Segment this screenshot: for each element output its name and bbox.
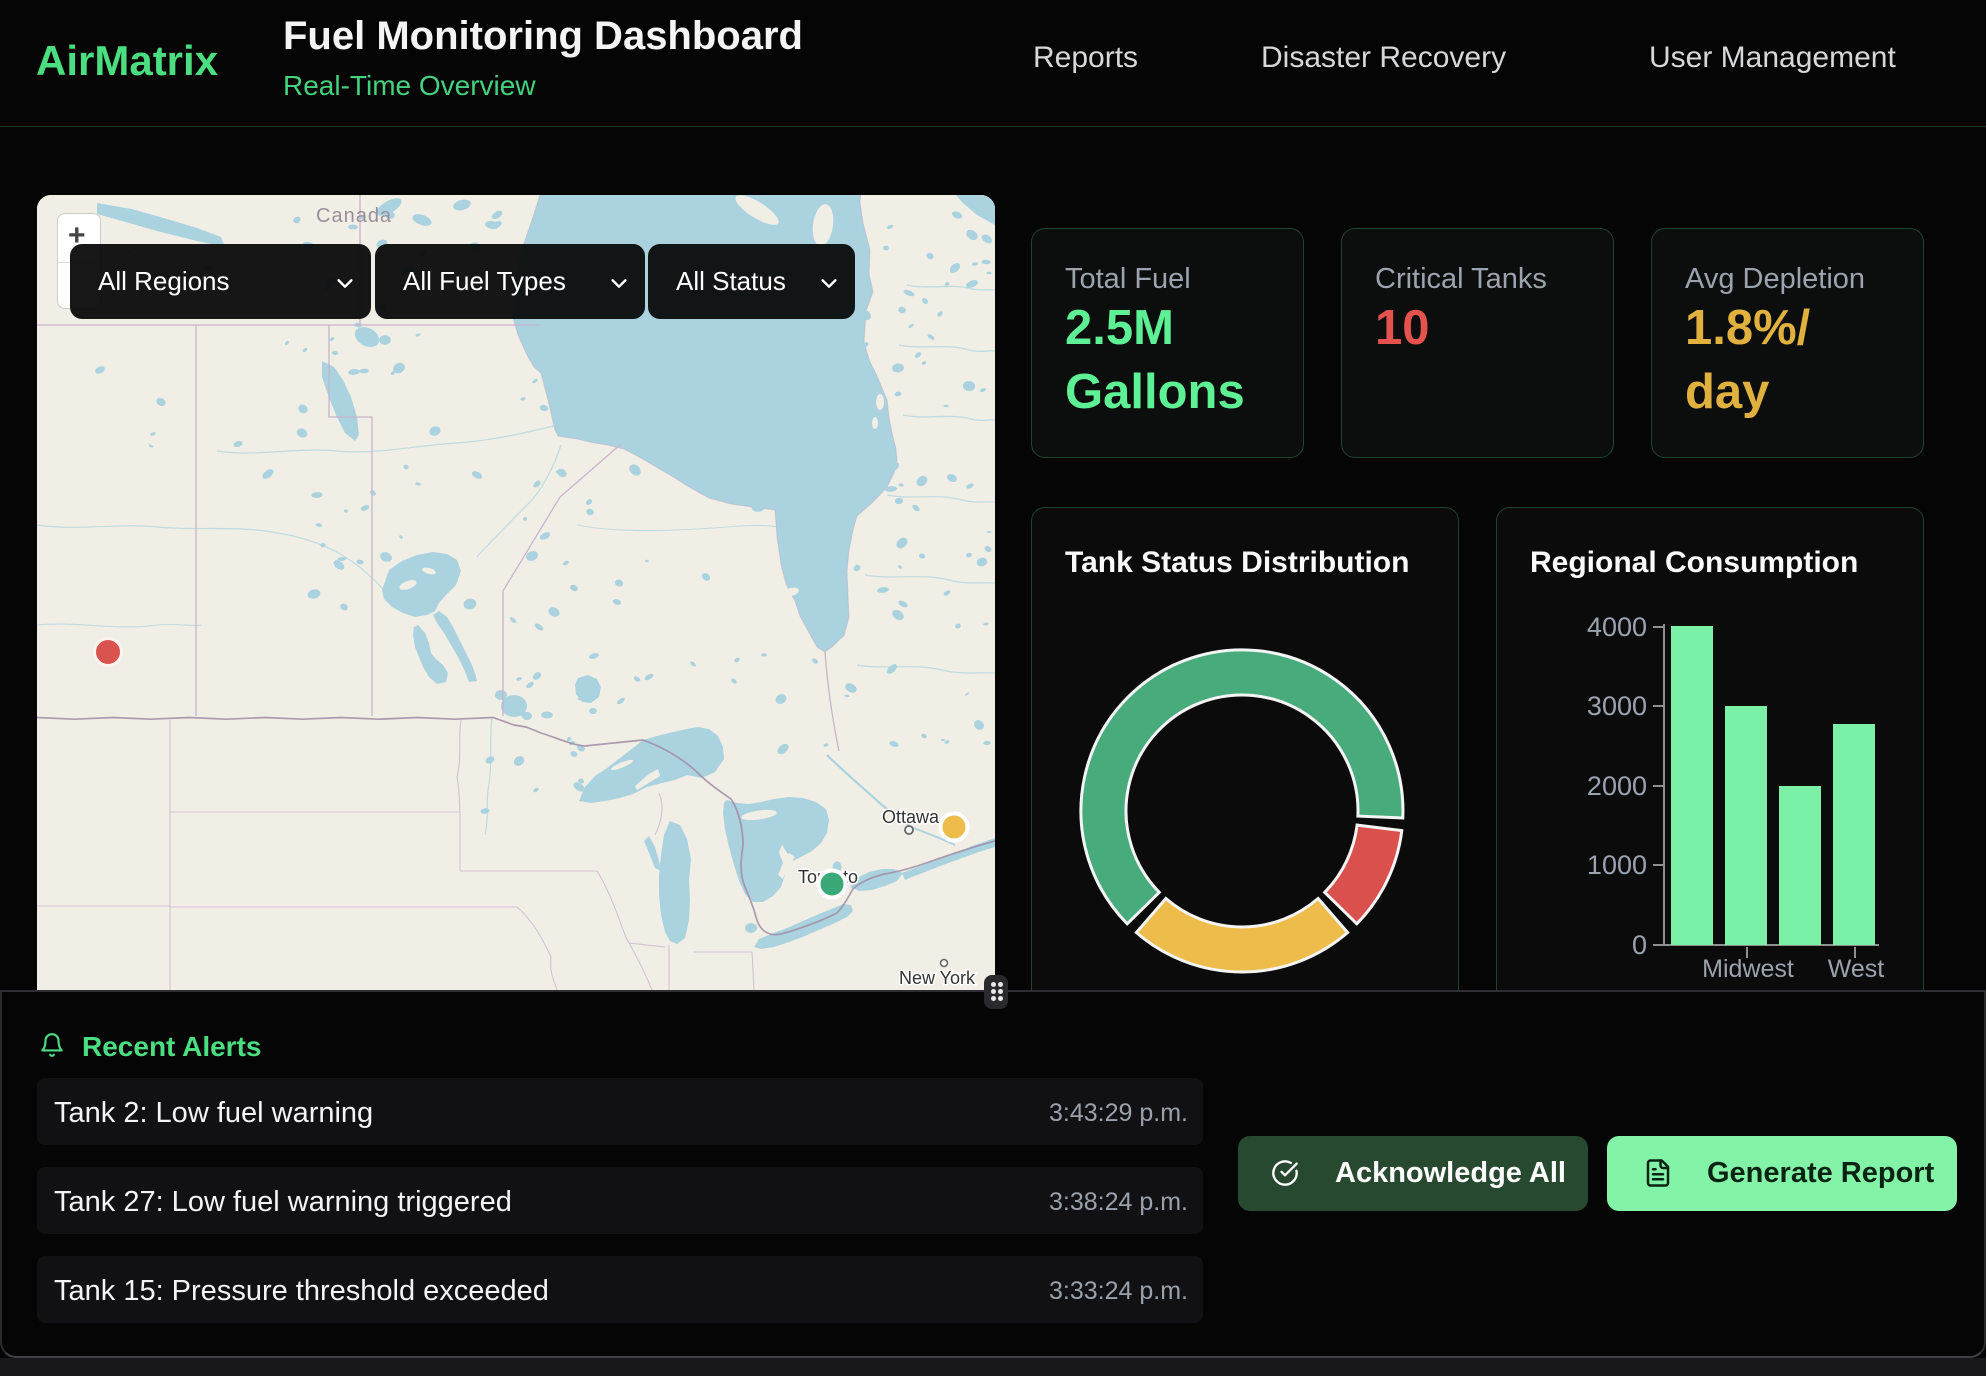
svg-text:New York: New York [899, 968, 976, 988]
svg-text:Canada: Canada [316, 205, 392, 227]
svg-text:3000: 3000 [1587, 691, 1647, 721]
svg-text:Midwest: Midwest [1702, 955, 1794, 983]
svg-text:0: 0 [1632, 930, 1647, 960]
svg-text:4000: 4000 [1587, 612, 1647, 642]
svg-text:Ottawa: Ottawa [882, 807, 940, 827]
svg-text:2000: 2000 [1587, 771, 1647, 801]
svg-text:1000: 1000 [1587, 850, 1647, 880]
svg-text:West: West [1828, 955, 1885, 983]
